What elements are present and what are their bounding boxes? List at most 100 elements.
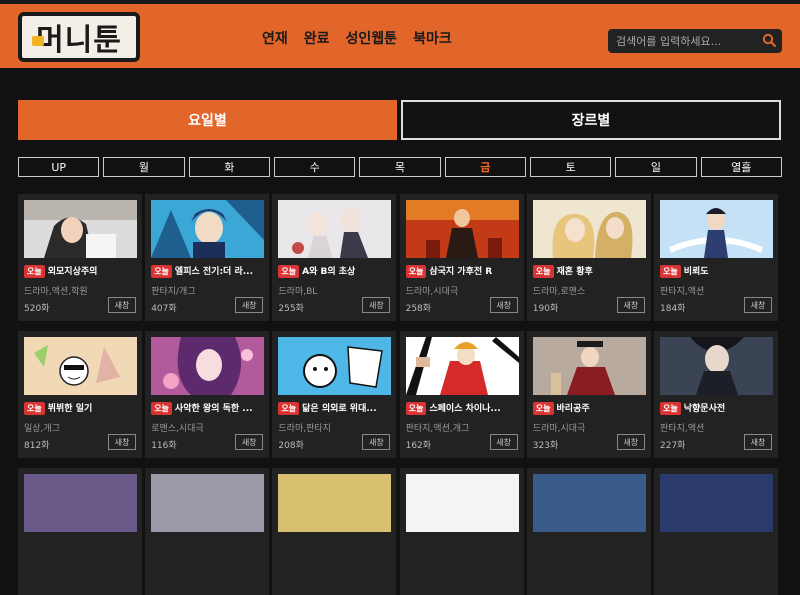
new-window-button[interactable]: 새창 xyxy=(108,297,136,313)
webtoon-title-row[interactable]: 오늘 사악한 왕의 독한 ... xyxy=(151,401,264,415)
webtoon-title[interactable]: 바리공주 xyxy=(557,404,590,414)
webtoon-thumbnail[interactable] xyxy=(151,200,265,258)
new-window-button[interactable]: 새창 xyxy=(489,297,518,313)
day-tab[interactable]: 수 xyxy=(273,157,356,177)
webtoon-thumbnail[interactable] xyxy=(24,474,137,532)
new-window-button[interactable]: 새창 xyxy=(489,434,518,450)
webtoon-thumbnail[interactable] xyxy=(660,474,773,532)
webtoon-thumbnail[interactable] xyxy=(278,474,392,532)
tab-by-genre[interactable]: 장르별 xyxy=(401,100,781,140)
today-badge: 오늘 xyxy=(151,265,172,278)
webtoon-title[interactable]: 낙향문사전 xyxy=(684,404,725,414)
webtoon-card[interactable] xyxy=(272,468,397,595)
new-window-button[interactable]: 새창 xyxy=(108,434,136,450)
webtoon-title-row[interactable]: 오늘 낙향문사전 xyxy=(660,401,773,415)
episode-count: 116화 xyxy=(151,441,177,451)
webtoon-title[interactable]: 사악한 왕의 독한 ... xyxy=(175,404,253,414)
day-tab[interactable]: 일 xyxy=(615,157,697,177)
webtoon-title-row[interactable]: 오늘 비뢰도 xyxy=(660,264,773,278)
webtoon-title[interactable]: 재혼 황후 xyxy=(557,267,593,277)
day-tab[interactable]: 목 xyxy=(359,157,441,177)
nav-completed[interactable]: 완료 xyxy=(304,28,330,48)
webtoon-title-row[interactable]: 오늘 엘피스 전기:더 라... xyxy=(151,264,264,278)
site-logo[interactable]: 머니툰 xyxy=(18,12,140,62)
webtoon-card[interactable]: 오늘 엘피스 전기:더 라... 판타지/개그 407화 새창 xyxy=(145,194,270,321)
day-tab[interactable]: UP xyxy=(18,157,100,177)
new-window-button[interactable]: 새창 xyxy=(235,297,264,313)
nav-serial[interactable]: 연재 xyxy=(262,28,288,48)
new-window-button[interactable]: 새창 xyxy=(616,434,645,450)
new-window-button[interactable]: 새창 xyxy=(362,434,391,450)
webtoon-thumbnail[interactable] xyxy=(405,200,519,258)
webtoon-title[interactable]: 비뢰도 xyxy=(684,267,709,277)
webtoon-title[interactable]: 스페이스 차이나... xyxy=(429,404,500,414)
webtoon-thumbnail[interactable] xyxy=(151,474,265,532)
webtoon-thumbnail[interactable] xyxy=(24,200,137,258)
day-tab[interactable]: 토 xyxy=(529,157,612,177)
nav-bookmark[interactable]: 북마크 xyxy=(413,28,452,48)
webtoon-card[interactable] xyxy=(526,468,651,595)
webtoon-thumbnail[interactable] xyxy=(151,337,265,395)
webtoon-thumbnail[interactable] xyxy=(660,200,773,258)
webtoon-title-row[interactable]: 오늘 A와 B의 초상 xyxy=(278,264,391,278)
webtoon-card[interactable]: 오늘 삼국지 가후전 R 드라마,시대극 258화 새창 xyxy=(399,194,524,321)
search-icon[interactable] xyxy=(762,33,776,47)
webtoon-thumbnail[interactable] xyxy=(532,337,646,395)
episode-count: 407화 xyxy=(151,304,177,314)
webtoon-card[interactable]: 오늘 재혼 황후 드라마,로맨스 190화 새창 xyxy=(526,194,651,321)
webtoon-thumbnail[interactable] xyxy=(24,337,137,395)
day-tab[interactable]: 열흘 xyxy=(700,157,782,177)
webtoon-title-row[interactable]: 오늘 뷔뷔한 일기 xyxy=(24,401,137,415)
webtoon-thumbnail[interactable] xyxy=(660,337,773,395)
webtoon-card[interactable]: 오늘 낙향문사전 판타지,액션 227화 새창 xyxy=(654,331,778,458)
webtoon-thumbnail[interactable] xyxy=(532,200,646,258)
webtoon-thumbnail[interactable] xyxy=(278,200,392,258)
webtoon-card[interactable] xyxy=(399,468,524,595)
webtoon-card[interactable]: 오늘 바리공주 드라마,시대극 323화 새창 xyxy=(526,331,651,458)
webtoon-card[interactable]: 오늘 스페이스 차이나... 판타지,액션,개그 162화 새창 xyxy=(399,331,524,458)
day-tab[interactable]: 월 xyxy=(103,157,185,177)
webtoon-card[interactable] xyxy=(145,468,270,595)
day-tab[interactable]: 화 xyxy=(188,157,270,177)
webtoon-thumbnail[interactable] xyxy=(405,337,519,395)
new-window-button[interactable]: 새창 xyxy=(744,297,772,313)
nav-adult[interactable]: 성인웹툰 xyxy=(346,28,398,48)
webtoon-title[interactable]: 뷔뷔한 일기 xyxy=(48,404,93,414)
tab-by-day[interactable]: 요일별 xyxy=(18,100,397,140)
today-badge: 오늘 xyxy=(151,402,172,415)
webtoon-thumbnail[interactable] xyxy=(405,474,519,532)
webtoon-card[interactable]: 오늘 외모지상주의 드라마,액션,학원 520화 새창 xyxy=(18,194,142,321)
episode-count: 812화 xyxy=(24,441,50,451)
webtoon-genre: 드라마,시대극 xyxy=(405,287,459,297)
webtoon-card[interactable]: 오늘 비뢰도 판타지,액션 184화 새창 xyxy=(654,194,778,321)
new-window-button[interactable]: 새창 xyxy=(744,434,772,450)
day-tab[interactable]: 금 xyxy=(444,157,526,177)
webtoon-title-row[interactable]: 오늘 재혼 황후 xyxy=(532,264,646,278)
webtoon-card[interactable]: 오늘 닮은 의외로 위대... 드라마,판타지 208화 새창 xyxy=(272,331,397,458)
webtoon-thumbnail[interactable] xyxy=(278,337,392,395)
new-window-button[interactable]: 새창 xyxy=(616,297,645,313)
webtoon-card[interactable]: 오늘 뷔뷔한 일기 일상,개그 812화 새창 xyxy=(18,331,142,458)
episode-count: 190화 xyxy=(532,304,559,314)
webtoon-card[interactable]: 오늘 A와 B의 초상 드라마,BL 255화 새창 xyxy=(272,194,397,321)
search-input[interactable] xyxy=(616,32,758,50)
webtoon-card[interactable] xyxy=(654,468,778,595)
webtoon-title[interactable]: 닮은 의외로 위대... xyxy=(302,404,376,414)
today-badge: 오늘 xyxy=(24,265,45,278)
webtoon-title-row[interactable]: 오늘 외모지상주의 xyxy=(24,264,137,278)
webtoon-thumbnail[interactable] xyxy=(532,474,646,532)
webtoon-title[interactable]: 삼국지 가후전 R xyxy=(429,267,492,277)
webtoon-title-row[interactable]: 오늘 스페이스 차이나... xyxy=(405,401,519,415)
webtoon-title-row[interactable]: 오늘 닮은 의외로 위대... xyxy=(278,401,391,415)
webtoon-card[interactable] xyxy=(18,468,142,595)
webtoon-title[interactable]: 외모지상주의 xyxy=(48,267,98,277)
episode-count: 520화 xyxy=(24,304,50,314)
webtoon-title-row[interactable]: 오늘 바리공주 xyxy=(532,401,646,415)
main-nav: 연재 완료 성인웹툰 북마크 xyxy=(262,28,452,48)
new-window-button[interactable]: 새창 xyxy=(235,434,264,450)
webtoon-title[interactable]: 엘피스 전기:더 라... xyxy=(175,267,253,277)
webtoon-card[interactable]: 오늘 사악한 왕의 독한 ... 로맨스,시대극 116화 새창 xyxy=(145,331,270,458)
webtoon-title[interactable]: A와 B의 초상 xyxy=(302,267,355,277)
webtoon-title-row[interactable]: 오늘 삼국지 가후전 R xyxy=(405,264,519,278)
new-window-button[interactable]: 새창 xyxy=(362,297,391,313)
